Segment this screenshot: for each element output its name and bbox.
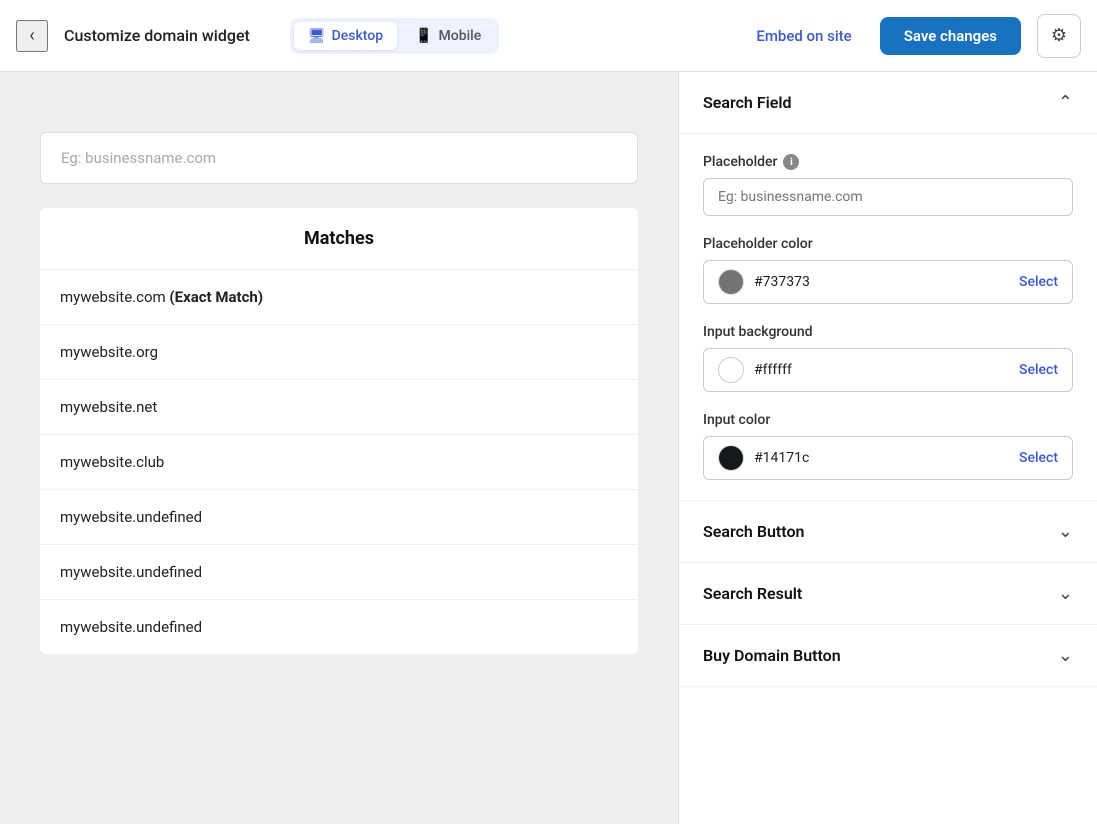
chevron-down-icon: ⌄ (1058, 521, 1073, 542)
input-bg-color-swatch (718, 357, 744, 383)
list-item: mywebsite.com (Exact Match) (40, 270, 638, 325)
search-result-title: Search Result (703, 584, 802, 603)
settings-panel: Search Field ⌃ Placeholder i Placeholder… (678, 72, 1097, 824)
view-toggle: 🖥 Desktop 📱 Mobile (290, 18, 499, 54)
back-icon: ‹ (29, 25, 34, 46)
placeholder-color-swatch (718, 269, 744, 295)
input-color-swatch (718, 445, 744, 471)
placeholder-color-label: Placeholder color (703, 236, 1073, 252)
gear-button[interactable]: ⚙ (1037, 14, 1081, 58)
preview-panel: Eg: businessname.com Matches mywebsite.c… (0, 72, 678, 824)
search-button-title: Search Button (703, 522, 804, 541)
placeholder-color-row: #737373 Select (703, 260, 1073, 304)
search-field-content: Placeholder i Placeholder color #737373 … (679, 134, 1097, 501)
list-item: mywebsite.org (40, 325, 638, 380)
placeholder-color-value: #737373 (754, 274, 1019, 290)
chevron-down-icon: ⌄ (1058, 645, 1073, 666)
mobile-label: Mobile (439, 28, 482, 44)
list-item: mywebsite.undefined (40, 490, 638, 545)
desktop-label: Desktop (332, 28, 383, 44)
save-button[interactable]: Save changes (880, 17, 1021, 55)
buy-domain-title: Buy Domain Button (703, 646, 841, 665)
input-color-select-button[interactable]: Select (1019, 450, 1058, 466)
match-text: mywebsite.undefined (60, 563, 202, 581)
desktop-icon: 🖥 (308, 28, 326, 44)
mobile-view-button[interactable]: 📱 Mobile (401, 22, 495, 50)
chevron-up-icon: ⌃ (1058, 92, 1073, 113)
placeholder-color-select-button[interactable]: Select (1019, 274, 1058, 290)
header: ‹ Customize domain widget 🖥 Desktop 📱 Mo… (0, 0, 1097, 72)
placeholder-label: Placeholder i (703, 154, 1073, 170)
mobile-icon: 📱 (415, 28, 432, 44)
main-content: Eg: businessname.com Matches mywebsite.c… (0, 72, 1097, 824)
list-item: mywebsite.undefined (40, 600, 638, 654)
desktop-view-button[interactable]: 🖥 Desktop (294, 22, 397, 50)
match-text: mywebsite.undefined (60, 618, 202, 636)
input-bg-select-button[interactable]: Select (1019, 362, 1058, 378)
search-result-section-header[interactable]: Search Result ⌄ (679, 563, 1097, 625)
chevron-down-icon: ⌄ (1058, 583, 1073, 604)
exact-match-label: (Exact Match) (166, 288, 263, 306)
list-item: mywebsite.net (40, 380, 638, 435)
input-bg-color-row: #ffffff Select (703, 348, 1073, 392)
match-text: mywebsite.undefined (60, 508, 202, 526)
matches-section: Matches mywebsite.com (Exact Match) mywe… (40, 208, 638, 654)
back-button[interactable]: ‹ (16, 20, 48, 52)
match-text: mywebsite.com (60, 288, 166, 306)
page-title: Customize domain widget (64, 26, 250, 45)
input-bg-color-value: #ffffff (754, 362, 1019, 378)
buy-domain-section-header[interactable]: Buy Domain Button ⌄ (679, 625, 1097, 687)
gear-icon: ⚙ (1051, 25, 1067, 46)
search-field-title: Search Field (703, 93, 792, 112)
placeholder-input[interactable] (703, 178, 1073, 216)
input-color-label: Input color (703, 412, 1073, 428)
input-color-value: #14171c (754, 450, 1019, 466)
match-text: mywebsite.club (60, 453, 164, 471)
info-icon[interactable]: i (783, 154, 799, 170)
match-text: mywebsite.org (60, 343, 158, 361)
preview-search-input: Eg: businessname.com (40, 132, 638, 184)
matches-title: Matches (40, 208, 638, 270)
list-item: mywebsite.club (40, 435, 638, 490)
search-field-section-header[interactable]: Search Field ⌃ (679, 72, 1097, 134)
list-item: mywebsite.undefined (40, 545, 638, 600)
input-color-row: #14171c Select (703, 436, 1073, 480)
input-bg-label: Input background (703, 324, 1073, 340)
match-text: mywebsite.net (60, 398, 157, 416)
search-button-section-header[interactable]: Search Button ⌄ (679, 501, 1097, 563)
embed-button[interactable]: Embed on site (744, 19, 863, 53)
